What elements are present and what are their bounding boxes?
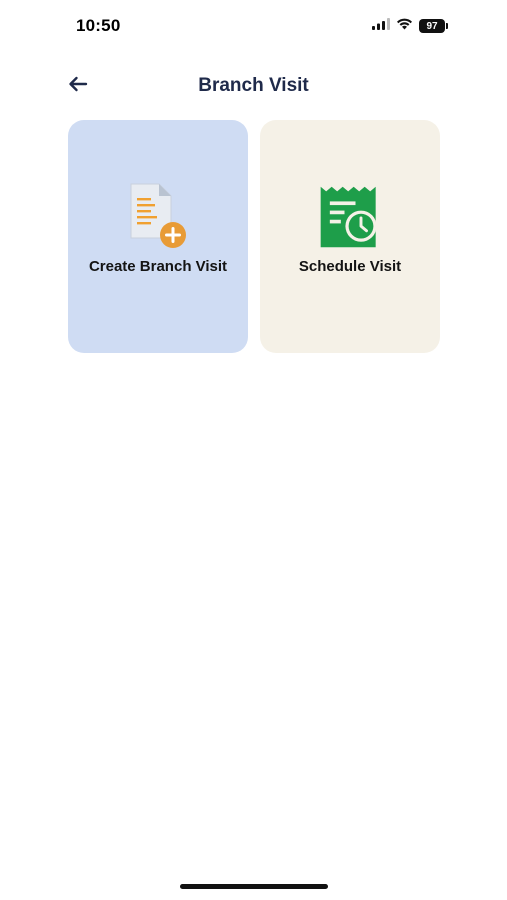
schedule-visit-card[interactable]: Schedule Visit xyxy=(260,120,440,353)
wifi-icon xyxy=(396,17,413,35)
header: Branch Visit xyxy=(0,62,507,110)
document-add-icon xyxy=(125,178,191,252)
create-branch-visit-card[interactable]: Create Branch Visit xyxy=(68,120,248,353)
battery-level: 97 xyxy=(426,20,438,32)
battery-icon: 97 xyxy=(419,19,448,33)
receipt-clock-icon xyxy=(317,178,383,252)
page-title: Branch Visit xyxy=(198,75,309,96)
schedule-visit-label: Schedule Visit xyxy=(298,258,402,275)
status-time: 10:50 xyxy=(76,16,121,35)
signal-icon xyxy=(372,17,390,35)
create-branch-visit-label: Create Branch Visit xyxy=(88,258,228,275)
home-indicator[interactable] xyxy=(180,884,328,889)
action-cards: Create Branch Visit Schedule Visit xyxy=(68,120,440,353)
status-bar: 10:50 97 xyxy=(0,0,507,52)
status-icons: 97 xyxy=(372,17,448,35)
